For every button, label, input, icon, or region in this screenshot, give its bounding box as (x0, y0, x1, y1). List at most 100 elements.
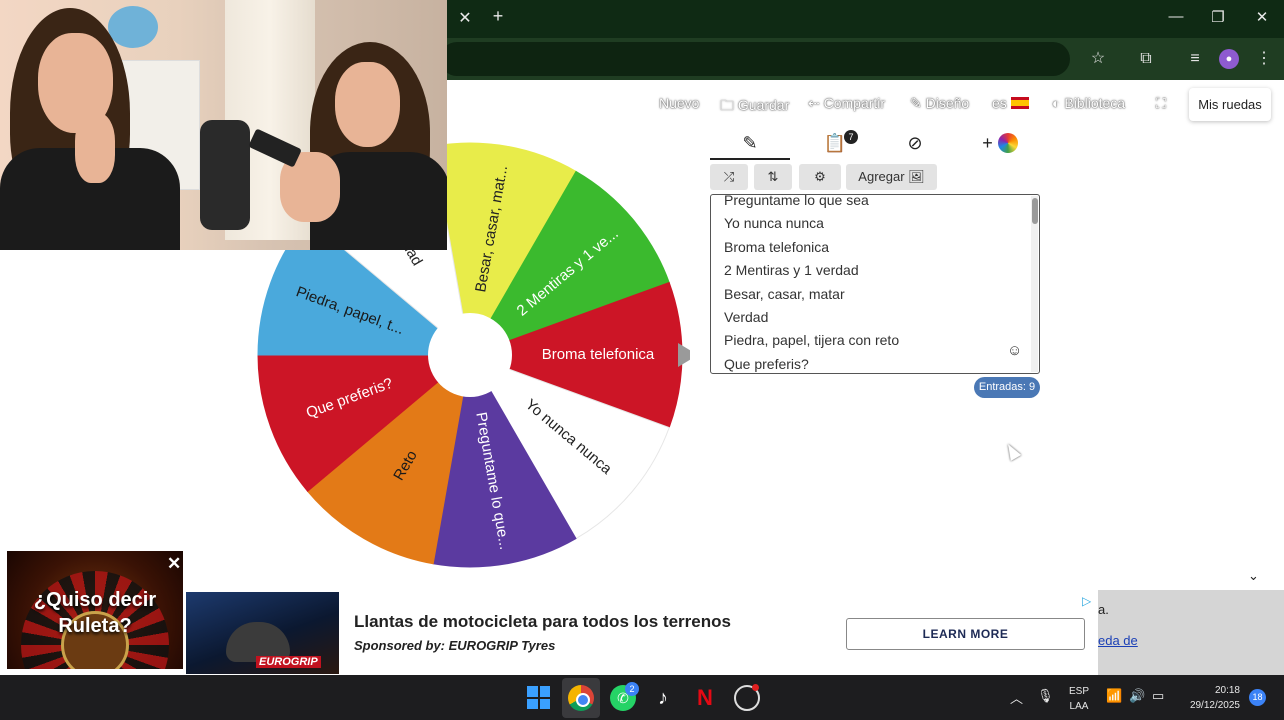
color-wheel-icon (997, 133, 1018, 153)
add-label: + (982, 133, 993, 153)
popup-ad-line2: Ruleta? (58, 615, 132, 637)
add-image-label: Agregar (858, 169, 905, 184)
banner-ad[interactable]: EUROGRIP Llantas de motocicleta para tod… (186, 590, 1098, 674)
tiktok-icon[interactable]: ♪ (650, 685, 676, 711)
clock-time: 20:18 (1214, 685, 1240, 696)
chevron-up-icon[interactable]: ︿ (1010, 688, 1023, 707)
new-tab-button[interactable]: + (489, 6, 507, 27)
tab-add-wheel[interactable]: + (960, 128, 1040, 160)
wheel-center-hub[interactable] (428, 313, 512, 397)
entries-textarea[interactable]: Preguntame lo que sea Yo nunca nunca Broma… (710, 194, 1040, 374)
menu-icon[interactable]: ⋮ (1253, 48, 1275, 70)
language-button[interactable]: es (992, 95, 1029, 111)
shuffle-button[interactable]: ⤮ (710, 164, 748, 190)
entries-count-badge: Entradas: 9 (974, 377, 1040, 398)
diseno-button[interactable]: ✎ Diseño (910, 95, 969, 112)
entry-line[interactable]: Verdad (724, 306, 899, 329)
tab-edit[interactable]: ✎ (710, 128, 790, 160)
close-window-button[interactable]: ✕ (1252, 8, 1272, 26)
url-field[interactable] (440, 42, 1070, 76)
pencil-icon: ✎ (742, 133, 758, 153)
mis-ruedas-button[interactable]: Mis ruedas (1189, 88, 1271, 121)
entry-line[interactable]: Broma telefonica (724, 236, 899, 259)
mouse-cursor-icon (1002, 441, 1022, 461)
chrome-icon[interactable] (568, 685, 594, 711)
microphone-icon[interactable]: 🎙 (1037, 688, 1054, 704)
app-notification-dot (752, 684, 759, 691)
entry-line[interactable]: Yo nunca nunca (724, 212, 899, 235)
restore-button[interactable]: ❐ (1208, 8, 1228, 26)
folder-icon: 🗀 (720, 97, 738, 113)
nuevo-button[interactable]: Nuevo (659, 95, 699, 111)
tab-hide[interactable]: ⊘ (875, 128, 955, 160)
lang-line1: ESP (1068, 686, 1089, 697)
spain-flag-icon (1010, 97, 1029, 109)
star-icon[interactable]: ☆ (1087, 48, 1109, 70)
popup-close-icon[interactable]: ✕ (167, 554, 181, 574)
diseno-label: Diseño (925, 95, 970, 111)
entry-line[interactable]: Piedra, papel, tijera con reto (724, 329, 899, 352)
tab-results[interactable]: 📋 (795, 128, 875, 160)
extensions-icon[interactable]: ⧉ (1135, 48, 1157, 70)
fullscreen-icon[interactable]: ⛶ (1156, 95, 1166, 112)
footer-link[interactable]: eda de (1098, 633, 1138, 648)
shuffle-icon: ⤮ (723, 169, 735, 184)
footer-text: a. (1098, 602, 1109, 617)
language-label: es (992, 95, 1007, 111)
biblioteca-button[interactable]: ◐ Biblioteca (1052, 95, 1125, 111)
whatsapp-badge: 2 (625, 682, 639, 696)
volume-icon[interactable]: 🔊 (1129, 688, 1145, 704)
notifications-badge[interactable]: 18 (1249, 689, 1266, 706)
banner-ad-sponsor: Sponsored by: EUROGRIP Tyres (354, 638, 556, 653)
guardar-button[interactable]: 🗀 Guardar (720, 95, 789, 119)
hand-left (75, 113, 115, 183)
windows-start-icon[interactable] (527, 686, 550, 709)
image-icon: 🖼 (908, 169, 925, 184)
wheel-segment-label: Broma telefonica (542, 346, 655, 363)
tab-close-icon[interactable]: ✕ (456, 8, 474, 28)
add-image-button[interactable]: Agregar 🖼 (846, 164, 937, 190)
netflix-icon[interactable]: N (692, 685, 718, 711)
entry-line[interactable]: 2 Mentiras y 1 verdad (724, 259, 899, 282)
webcam-person-left (0, 8, 180, 250)
chevron-down-icon[interactable]: ⌄ (1248, 568, 1259, 584)
face-right (335, 62, 400, 147)
media-icon[interactable]: ≡ (1184, 48, 1206, 70)
roulette-popup-ad[interactable]: ¿Quiso decir Ruleta? ✕ (7, 551, 183, 669)
minimize-button[interactable]: — (1166, 8, 1186, 25)
globe-icon: ◐ (1052, 95, 1065, 111)
webcam-overlay (0, 0, 447, 250)
language-indicator[interactable]: ESP LAA (1066, 684, 1092, 714)
entry-line[interactable]: Preguntame lo que sea (724, 195, 899, 212)
eurogrip-logo: EUROGRIP (256, 656, 321, 668)
entry-line[interactable]: Besar, casar, matar (724, 283, 899, 306)
wheel-pointer-icon (678, 343, 690, 367)
clipboard-icon: 📋 (823, 133, 847, 153)
sort-button[interactable]: ⇅ (754, 164, 792, 190)
gear-icon: ⚙ (814, 169, 826, 184)
entries-scroll-thumb[interactable] (1032, 198, 1038, 224)
banner-ad-title[interactable]: Llantas de motocicleta para todos los te… (354, 612, 731, 632)
clock-date: 29/12/2025 (1189, 700, 1240, 711)
editor-tabs: ✎ 📋 7 ⊘ + (710, 128, 1040, 160)
battery-icon[interactable]: ▭ (1152, 688, 1164, 704)
emoji-icon[interactable]: ☺ (1007, 342, 1022, 359)
sort-icon: ⇅ (767, 169, 779, 184)
adchoices-icon[interactable]: ▷ (1082, 594, 1091, 608)
results-count-badge: 7 (844, 130, 858, 144)
wifi-icon[interactable]: 📶 (1106, 688, 1122, 704)
entry-line[interactable]: Que preferis? (724, 353, 899, 373)
banner-ad-image[interactable]: EUROGRIP (186, 592, 339, 674)
eye-off-icon: ⊘ (907, 133, 923, 153)
popup-ad-text: ¿Quiso decir Ruleta? (7, 587, 183, 639)
share-icon: ⇠ (808, 95, 824, 111)
biblioteca-label: Biblioteca (1064, 95, 1126, 111)
webcam-chair (200, 120, 250, 230)
profile-icon[interactable]: ● (1219, 49, 1239, 69)
learn-more-button[interactable]: LEARN MORE (846, 618, 1085, 650)
compartir-button[interactable]: ⇠ Compartir (808, 95, 885, 112)
clock[interactable]: 20:18 29/12/2025 (1180, 683, 1240, 713)
advanced-button[interactable]: ⚙ (799, 164, 841, 190)
brush-icon: ✎ (910, 95, 926, 111)
compartir-label: Compartir (823, 95, 886, 111)
